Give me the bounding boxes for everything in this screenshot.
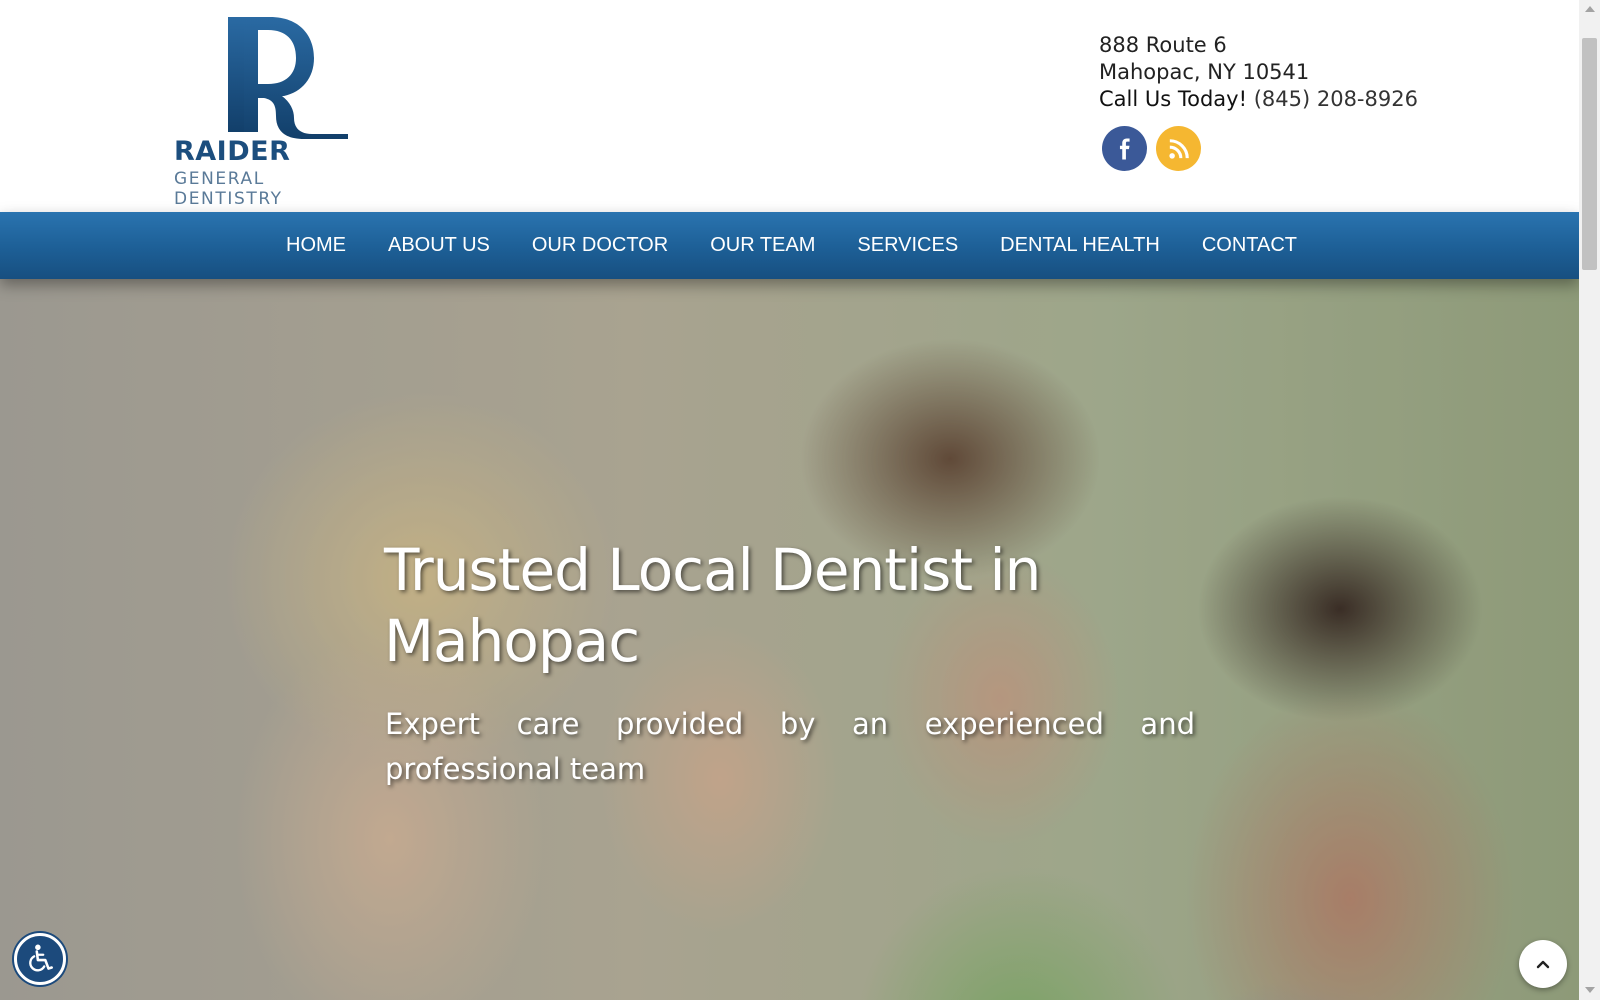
site-logo[interactable]: RAIDER GENERAL DENTISTRY [172, 14, 362, 209]
wheelchair-icon [29, 944, 53, 972]
page-scrollbar[interactable] [1579, 0, 1600, 1000]
nav-item-services[interactable]: SERVICES [836, 234, 979, 257]
address-line-2: Mahopac, NY 10541 [1099, 60, 1310, 84]
nav-item-our-team[interactable]: OUR TEAM [689, 234, 836, 257]
scroll-up-arrow-icon[interactable] [1585, 6, 1595, 12]
contact-info: 888 Route 6 Mahopac, NY 10541 Call Us To… [1099, 32, 1418, 113]
chevron-up-icon [1536, 960, 1550, 969]
main-nav: HOME ABOUT US OUR DOCTOR OUR TEAM SERVIC… [0, 212, 1579, 279]
nav-item-our-doctor[interactable]: OUR DOCTOR [511, 234, 689, 257]
facebook-icon [1119, 137, 1130, 160]
accessibility-button[interactable] [14, 933, 66, 985]
nav-list: HOME ABOUT US OUR DOCTOR OUR TEAM SERVIC… [265, 212, 1318, 279]
nav-item-contact[interactable]: CONTACT [1181, 234, 1318, 257]
call-line: Call Us Today! (845) 208-8926 [1099, 86, 1418, 113]
address-line-1: 888 Route 6 [1099, 33, 1227, 57]
logo-name: RAIDER [174, 136, 291, 167]
scrollbar-thumb[interactable] [1582, 38, 1597, 270]
hero-subtitle: Expert care provided by an experienced a… [385, 707, 1195, 786]
nav-item-about-us[interactable]: ABOUT US [367, 234, 511, 257]
scroll-down-arrow-icon[interactable] [1585, 987, 1595, 993]
logo-r-mark-icon [228, 17, 348, 139]
hero-title: Trusted Local Dentist in Mahopac [384, 536, 1041, 675]
site-header: RAIDER GENERAL DENTISTRY 888 Route 6 Mah… [0, 0, 1579, 212]
social-links [1102, 126, 1201, 171]
page: RAIDER GENERAL DENTISTRY 888 Route 6 Mah… [0, 0, 1579, 1000]
call-label: Call Us Today! [1099, 87, 1248, 111]
back-to-top-button[interactable] [1519, 940, 1567, 988]
rss-icon [1168, 138, 1189, 159]
nav-item-home[interactable]: HOME [265, 234, 367, 257]
nav-item-dental-health[interactable]: DENTAL HEALTH [979, 234, 1181, 257]
logo-tagline: GENERAL DENTISTRY [174, 169, 283, 209]
hero-banner: Trusted Local Dentist in Mahopac Expert … [0, 279, 1579, 1000]
phone-link[interactable]: (845) 208-8926 [1254, 87, 1418, 111]
rss-button[interactable] [1156, 126, 1201, 171]
facebook-button[interactable] [1102, 126, 1147, 171]
